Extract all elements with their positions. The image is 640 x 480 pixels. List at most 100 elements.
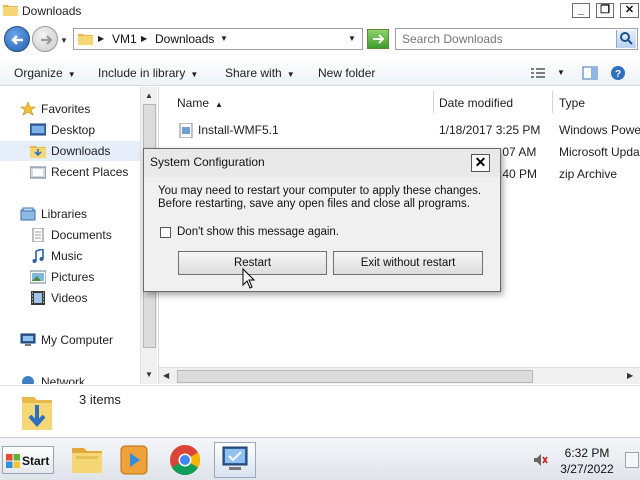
breadcrumb-arrow[interactable]: ▶: [98, 34, 104, 43]
organize-menu[interactable]: Organize ▼: [14, 66, 76, 80]
window-title: Downloads: [22, 4, 82, 18]
start-button[interactable]: Start: [2, 446, 54, 474]
nav-network[interactable]: Network: [0, 372, 140, 384]
address-history-dropdown[interactable]: ▼: [348, 34, 356, 43]
search-input[interactable]: [396, 29, 614, 49]
clock-date: 3/27/2022: [560, 462, 614, 476]
search-icon: [620, 32, 633, 45]
pictures-icon: [30, 270, 46, 284]
taskbar-system-configuration[interactable]: [214, 442, 256, 478]
navigation-pane: Favorites Desktop Downloads Recent Place…: [0, 87, 157, 384]
clock-time: 6:32 PM: [564, 446, 610, 460]
computer-icon: [20, 333, 36, 346]
search-box[interactable]: [395, 28, 638, 50]
nav-music[interactable]: Music: [0, 246, 140, 266]
dialog-message-line1: You may need to restart your computer to…: [158, 185, 482, 197]
arrow-left-icon: [11, 35, 23, 45]
downloads-folder-icon: [22, 397, 52, 430]
exit-without-restart-button[interactable]: Exit without restart: [333, 251, 483, 275]
details-pane: 3 items: [0, 385, 640, 437]
breadcrumb-downloads[interactable]: Downloads: [155, 32, 214, 46]
folder-icon: [3, 5, 18, 16]
close-window-button[interactable]: ✕: [620, 3, 639, 18]
dialog-close-button[interactable]: ✕: [471, 154, 490, 172]
nav-favorites[interactable]: Favorites: [0, 99, 140, 119]
nav-downloads[interactable]: Downloads: [0, 141, 140, 161]
breadcrumb-arrow[interactable]: ▼: [220, 34, 228, 43]
windows-logo-icon: [6, 454, 20, 468]
videos-icon: [31, 291, 45, 305]
search-button[interactable]: [616, 30, 636, 48]
column-name[interactable]: Name ▲: [177, 96, 223, 110]
taskbar-explorer[interactable]: [66, 442, 108, 478]
music-icon: [32, 249, 44, 263]
network-icon: [22, 376, 34, 384]
update-package-icon: [179, 123, 193, 138]
new-folder-button[interactable]: New folder: [318, 66, 375, 80]
chrome-icon: [170, 445, 201, 476]
address-row: ▼ ▶ VM1 ▶ Downloads ▼ ▼: [0, 24, 640, 56]
breadcrumb-arrow[interactable]: ▶: [141, 34, 147, 43]
share-with-menu[interactable]: Share with ▼: [225, 66, 295, 80]
clock[interactable]: 6:32 PM 3/27/2022: [554, 445, 620, 477]
address-bar[interactable]: ▶ VM1 ▶ Downloads ▼ ▼: [73, 28, 363, 50]
folder-icon: [72, 448, 102, 473]
help-icon[interactable]: ?: [610, 65, 626, 81]
column-header-row: Name ▲ Date modified Type: [159, 89, 640, 113]
recent-places-icon: [30, 166, 46, 179]
system-tray: 6:32 PM 3/27/2022: [528, 441, 640, 480]
refresh-icon: [373, 34, 385, 44]
taskbar-chrome[interactable]: [164, 442, 206, 478]
scroll-left-arrow[interactable]: ◀: [163, 371, 169, 380]
breadcrumb-vm1[interactable]: VM1: [112, 32, 137, 46]
arrow-right-icon: [41, 35, 53, 45]
view-options-dropdown[interactable]: ▼: [557, 68, 565, 77]
forward-button[interactable]: [32, 26, 58, 52]
column-type[interactable]: Type: [559, 96, 585, 110]
nav-videos[interactable]: Videos: [0, 288, 140, 308]
desktop-icon: [30, 123, 46, 136]
volume-muted-icon[interactable]: [532, 452, 548, 468]
dont-show-again-label[interactable]: Don't show this message again.: [177, 226, 339, 238]
taskbar-media-player[interactable]: [113, 442, 155, 478]
mouse-cursor-icon: [242, 268, 256, 289]
include-in-library-menu[interactable]: Include in library ▼: [98, 66, 198, 80]
item-count: 3 items: [79, 392, 121, 407]
minimize-button[interactable]: _: [572, 3, 590, 18]
media-player-icon: [120, 445, 148, 475]
system-configuration-icon: [222, 446, 248, 470]
folder-icon: [78, 34, 93, 45]
nav-recent-places[interactable]: Recent Places: [0, 162, 140, 182]
scroll-down-arrow[interactable]: ▼: [145, 370, 153, 379]
dont-show-again-checkbox[interactable]: [160, 227, 171, 238]
refresh-button[interactable]: [367, 29, 389, 49]
scroll-up-arrow[interactable]: ▲: [145, 91, 153, 100]
command-bar: Organize ▼ Include in library ▼ Share with…: [0, 60, 640, 86]
nav-pictures[interactable]: Pictures: [0, 267, 140, 287]
documents-icon: [32, 228, 44, 242]
scroll-right-arrow[interactable]: ▶: [627, 371, 633, 380]
taskbar: Start 6:32 PM 3/27/2022: [0, 437, 640, 480]
back-button[interactable]: [4, 26, 30, 52]
recent-pages-dropdown[interactable]: ▼: [60, 36, 68, 45]
nav-documents[interactable]: Documents: [0, 225, 140, 245]
file-list-horizontal-scrollbar[interactable]: ◀ ▶: [159, 367, 640, 384]
nav-my-computer[interactable]: My Computer: [0, 330, 140, 350]
table-row[interactable]: Install-WMF5.1 1/18/2017 3:25 PM Windows…: [159, 119, 640, 141]
dialog-title: System Configuration: [150, 155, 265, 169]
show-desktop-button[interactable]: [625, 452, 639, 468]
dialog-titlebar: System Configuration ✕: [144, 149, 500, 177]
column-date-modified[interactable]: Date modified: [439, 96, 513, 110]
restore-button[interactable]: ❐: [596, 3, 614, 18]
scroll-thumb[interactable]: [177, 370, 533, 383]
dialog-message-line2: Before restarting, save any open files a…: [158, 198, 470, 210]
libraries-icon: [20, 207, 36, 221]
star-icon: [20, 102, 36, 116]
change-view-icon[interactable]: [530, 67, 546, 79]
nav-desktop[interactable]: Desktop: [0, 120, 140, 140]
window-titlebar: Downloads _ ❐ ✕: [0, 0, 640, 22]
preview-pane-icon[interactable]: [582, 66, 598, 80]
nav-libraries[interactable]: Libraries: [0, 204, 140, 224]
downloads-folder-icon: [30, 146, 46, 158]
svg-text:?: ?: [615, 69, 621, 80]
